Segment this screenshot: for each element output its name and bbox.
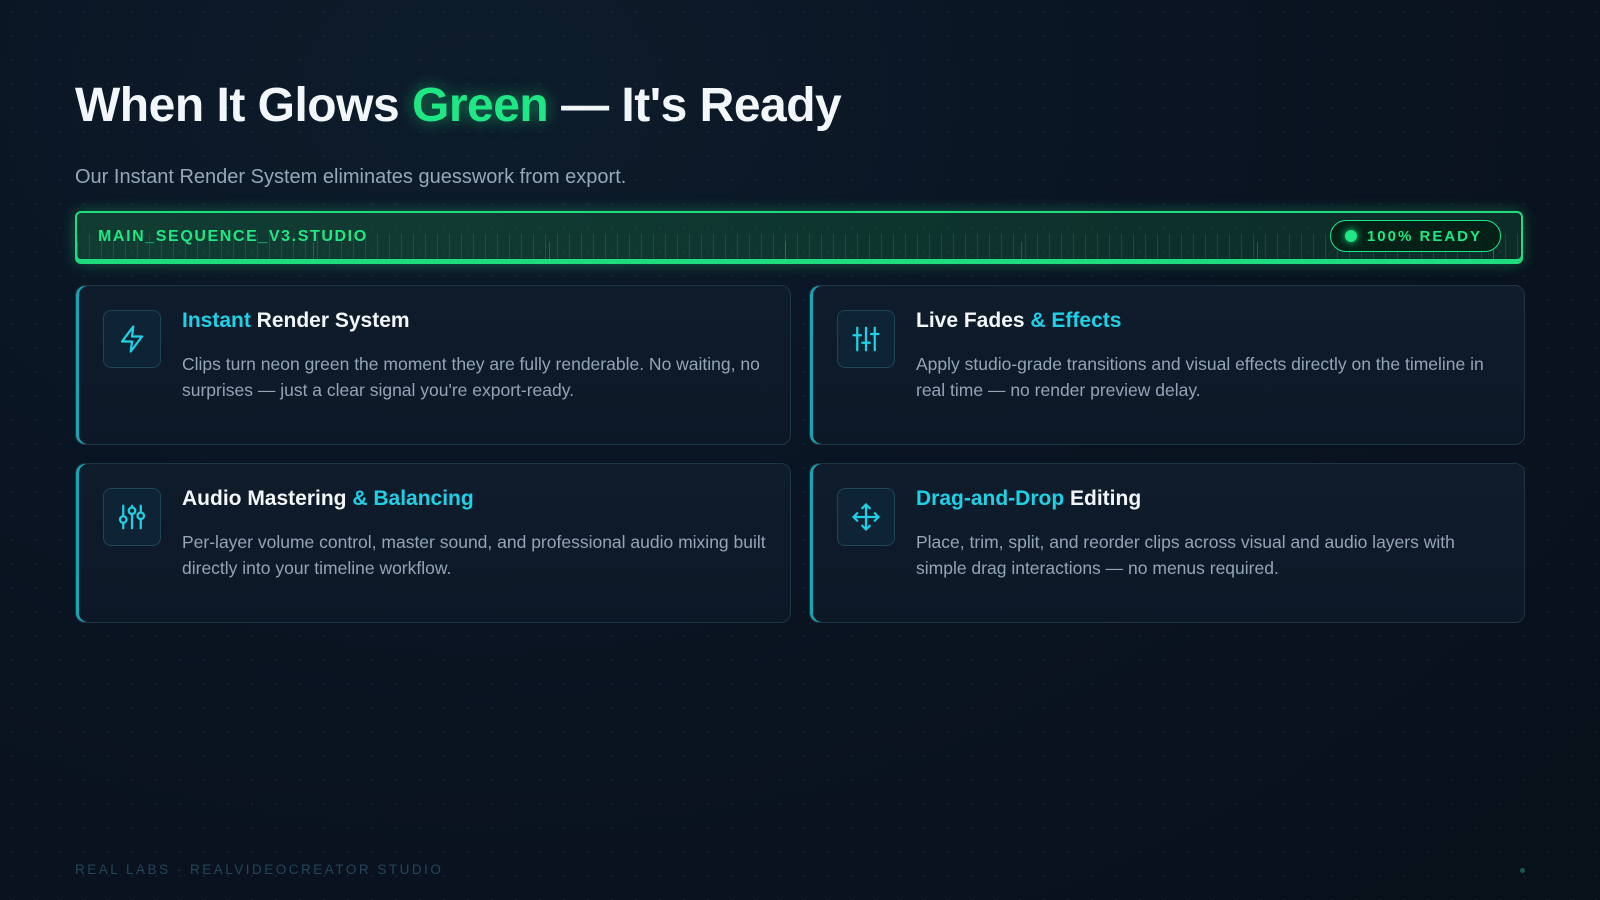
feature-title-text: Live Fades — [916, 309, 1031, 332]
title-text-end: — It's Ready — [548, 79, 842, 132]
feature-title: Audio Mastering & Balancing — [182, 487, 474, 511]
feature-title-accent: Instant — [182, 309, 251, 332]
page-title: When It Glows Green — It's Ready — [75, 78, 842, 133]
footer-credit: REAL LABS · REALVIDEOCREATOR STUDIO — [75, 862, 444, 877]
dot-grid-background — [0, 0, 1600, 900]
feature-title-accent: & Effects — [1030, 309, 1122, 332]
timeline-clip[interactable]: MAIN_SEQUENCE_V3.STUDIO 100% READY — [75, 211, 1523, 264]
feature-title: Instant Render System — [182, 309, 410, 333]
title-highlight: Green — [412, 79, 549, 132]
status-label: 100% READY — [1366, 227, 1482, 245]
footer-dot-icon — [1520, 868, 1525, 873]
feature-card-audio-mastering: Audio Mastering & Balancing Per-layer vo… — [75, 463, 791, 623]
feature-description: Apply studio-grade transitions and visua… — [916, 354, 1484, 400]
lightning-icon — [103, 310, 161, 368]
move-arrows-icon — [837, 488, 895, 546]
status-dot-icon — [1344, 230, 1357, 242]
title-text-start: When It Glows — [75, 79, 412, 132]
feature-title-accent: & Balancing — [352, 487, 474, 510]
feature-title: Drag-and-Drop Editing — [916, 487, 1141, 511]
feature-title: Live Fades & Effects — [916, 309, 1121, 333]
feature-title-text: Editing — [1064, 487, 1142, 510]
feature-description: Place, trim, split, and reorder clips ac… — [916, 532, 1455, 578]
feature-title-text: Audio Mastering — [182, 487, 353, 510]
feature-title-accent: Drag-and-Drop — [916, 487, 1065, 510]
feature-card-instant-render: Instant Render System Clips turn neon gr… — [75, 285, 791, 445]
feature-card-live-fades: Live Fades & Effects Apply studio-grade … — [809, 285, 1525, 445]
feature-description: Clips turn neon green the moment they ar… — [182, 354, 760, 400]
sliders-icon — [837, 310, 895, 368]
mixer-icon — [103, 488, 161, 546]
sequence-name: MAIN_SEQUENCE_V3.STUDIO — [98, 228, 368, 245]
page-subtitle: Our Instant Render System eliminates gue… — [75, 166, 627, 188]
feature-card-drag-drop: Drag-and-Drop Editing Place, trim, split… — [809, 463, 1525, 623]
feature-description: Per-layer volume control, master sound, … — [182, 532, 766, 578]
status-badge: 100% READY — [1329, 220, 1501, 252]
feature-title-text: Render System — [250, 309, 410, 332]
